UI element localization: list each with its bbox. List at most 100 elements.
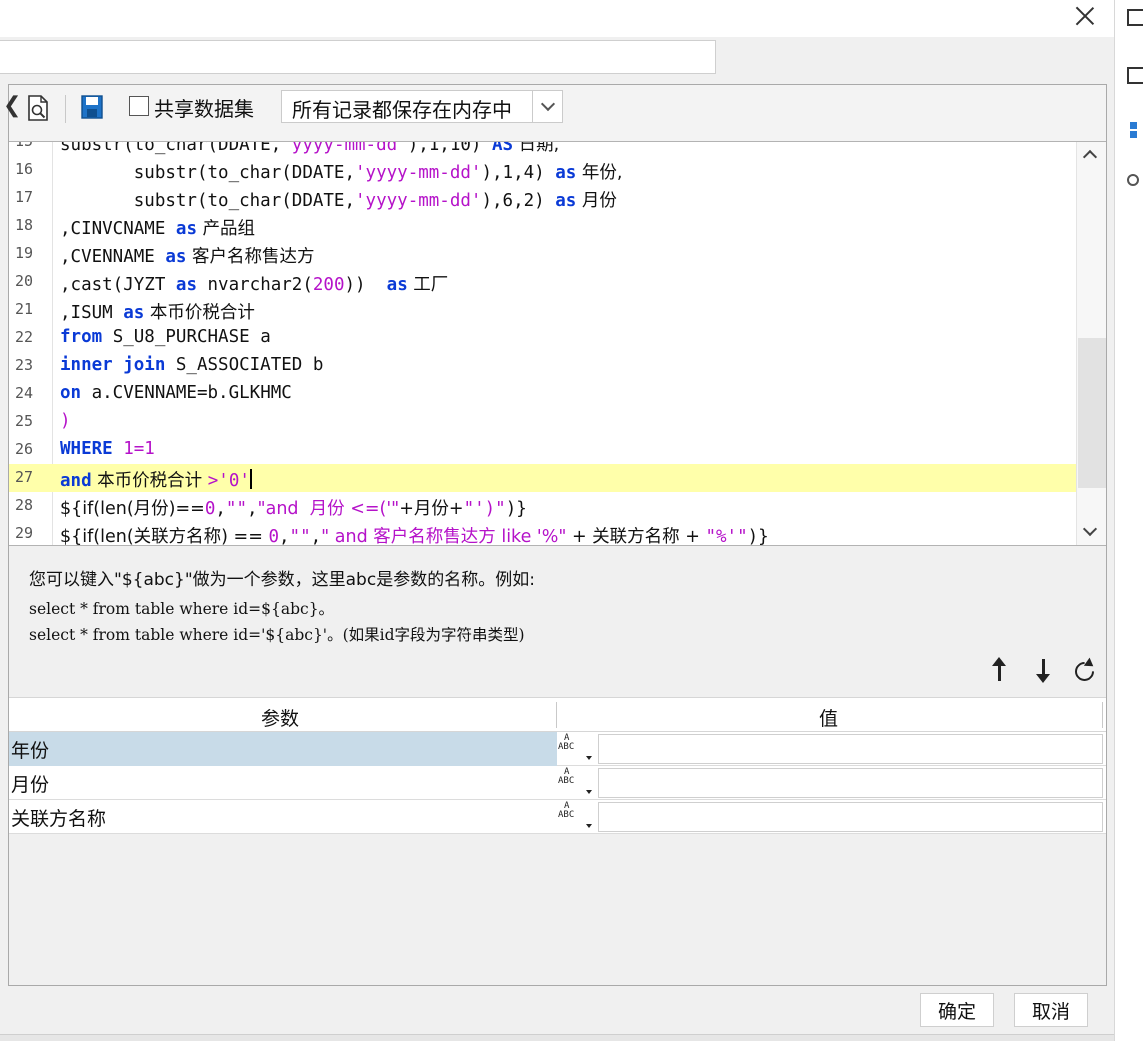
line-number: 26 (15, 440, 34, 458)
param-name-cell[interactable]: 关联方名称 (9, 800, 557, 834)
code-line-24: 24 on a.CVENNAME=b.GLKHMC (9, 380, 1076, 408)
code-text: inner join S_ASSOCIATED b (60, 355, 324, 375)
abc-type-icon[interactable]: A ABC (558, 734, 594, 764)
dropdown-triangle-icon (586, 790, 592, 794)
line-number: 25 (15, 412, 34, 430)
refresh-button[interactable] (1071, 657, 1098, 685)
move-down-button[interactable] (1031, 657, 1055, 685)
code-line-17: 17 substr(to_char(DDATE,'yyyy-mm-dd'),6,… (9, 184, 1076, 212)
code-text: from S_U8_PURCHASE a (60, 327, 271, 347)
line-number: 24 (15, 384, 34, 402)
search-icon[interactable] (1127, 174, 1139, 186)
preview-icon[interactable] (26, 94, 50, 122)
dropdown-triangle-icon (586, 824, 592, 828)
code-line-23: 23 inner join S_ASSOCIATED b (9, 352, 1076, 380)
sql-editor[interactable]: 15 substr(to_char(DDATE,'yyyy-mm-dd'),1,… (9, 141, 1106, 546)
scrollbar-thumb[interactable] (1078, 338, 1106, 488)
code-text: substr(to_char(DDATE,'yyyy-mm-dd'),1,4) … (60, 163, 623, 183)
table-row[interactable]: 年份 A ABC (9, 732, 1106, 766)
table-row[interactable]: 关联方名称 A ABC (9, 800, 1106, 834)
line-number: 20 (15, 272, 34, 290)
abc-type-icon[interactable]: A ABC (558, 768, 594, 798)
param-value-input[interactable] (598, 734, 1103, 764)
toolbar-edge-icon: ❮ (3, 93, 22, 118)
code-text: WHERE 1=1 (60, 439, 155, 459)
store-mode-value: 所有记录都保存在内存中 (292, 98, 512, 122)
line-number: 16 (15, 160, 34, 178)
abc-type-icon[interactable]: A ABC (558, 802, 594, 832)
scroll-up-icon[interactable] (1082, 149, 1098, 165)
parameter-hint: 您可以键入"${abc}"做为一个参数，这里abc是参数的名称。例如: sele… (29, 565, 535, 648)
hint-line-3: select * from table where id='${abc}'。(如… (29, 626, 525, 644)
code-line-26: 26 WHERE 1=1 (9, 436, 1076, 464)
param-name: 月份 (11, 774, 50, 796)
code-text: on a.CVENNAME=b.GLKHMC (60, 383, 292, 403)
ok-button[interactable]: 确定 (920, 993, 994, 1027)
code-text: ) (60, 411, 71, 431)
share-dataset-label: 共享数据集 (154, 97, 254, 121)
line-number: 23 (15, 356, 34, 374)
hint-line-1: 您可以键入"${abc}"做为一个参数，这里abc是参数的名称。例如: (29, 570, 535, 590)
code-line-16: 16 substr(to_char(DDATE,'yyyy-mm-dd'),1,… (9, 156, 1076, 184)
param-name-cell[interactable]: 年份 (9, 732, 557, 766)
code-text: substr(to_char(DDATE,'yyyy-mm-dd'),6,2) … (60, 191, 617, 211)
panel-icon[interactable] (1127, 67, 1143, 84)
close-icon[interactable] (1071, 2, 1099, 30)
toolbar: ❮ 共享数据集 所有记录都保存在内存中 (3, 85, 1106, 141)
sql-panel: ❮ 共享数据集 所有记录都保存在内存中 15 substr(to_char(DD… (3, 84, 1107, 986)
move-up-button[interactable] (987, 657, 1011, 685)
type-icon-bottom: ABC (558, 776, 575, 786)
header-divider (556, 702, 557, 728)
code-line-18: 18 ,CINVCNAME as 产品组 (9, 212, 1076, 240)
chevron-down-icon[interactable] (532, 91, 562, 122)
line-number: 29 (15, 524, 34, 542)
code-text: ,CINVCNAME as 产品组 (60, 219, 256, 239)
code-text: substr(to_char(DDATE,'yyyy-mm-dd'),1,10)… (60, 141, 560, 155)
table-header: 参数 值 (9, 698, 1106, 732)
dataset-name-input[interactable] (0, 40, 716, 74)
type-icon-bottom: ABC (558, 810, 575, 820)
arrow-shaft (998, 663, 1001, 681)
code-line-15: 15 substr(to_char(DDATE,'yyyy-mm-dd'),1,… (9, 141, 1076, 156)
code-text: ,CVENNAME as 客户名称售达方 (60, 247, 315, 267)
code-line-27-current: 27 and 本币价税合计 >'0' (9, 464, 1076, 492)
code-text: ${if(len(月份)==0,"","and 月份 <=('"+月份+"')"… (60, 499, 527, 519)
header-value: 值 (819, 708, 839, 730)
dataset-dialog: ❮ 共享数据集 所有记录都保存在内存中 15 substr(to_char(DD… (0, 0, 1114, 1041)
toolbar-separator (65, 95, 66, 123)
dropdown-triangle-icon (586, 756, 592, 760)
param-name-cell[interactable]: 月份 (9, 766, 557, 800)
arrow-down-icon (1036, 674, 1050, 683)
code-line-25: 25 ) (9, 408, 1076, 436)
line-number: 17 (15, 188, 34, 206)
cancel-button[interactable]: 取消 (1014, 993, 1088, 1027)
line-number: 28 (15, 496, 34, 514)
header-divider (1102, 702, 1103, 728)
code-line-28: 28 ${if(len(月份)==0,"","and 月份 <=('"+月份+"… (9, 492, 1076, 520)
param-name: 关联方名称 (11, 808, 107, 830)
editor-scrollbar[interactable] (1076, 142, 1106, 545)
type-icon-bottom: ABC (558, 742, 575, 752)
widget-square (1130, 122, 1137, 129)
param-value-input[interactable] (598, 802, 1103, 832)
store-mode-select[interactable]: 所有记录都保存在内存中 (281, 90, 563, 123)
header-param: 参数 (261, 708, 300, 730)
text-caret (249, 469, 252, 489)
line-number: 15 (15, 141, 34, 150)
line-number: 18 (15, 216, 34, 234)
widget-icon[interactable] (1127, 122, 1143, 139)
scroll-down-icon[interactable] (1082, 521, 1098, 537)
param-value-input[interactable] (598, 768, 1103, 798)
line-number: 21 (15, 300, 34, 318)
save-icon[interactable] (80, 94, 104, 120)
line-number: 22 (15, 328, 34, 346)
param-name: 年份 (11, 740, 50, 762)
table-row[interactable]: 月份 A ABC (9, 766, 1106, 800)
panel-icon[interactable] (1127, 9, 1143, 26)
code-line-22: 22 from S_U8_PURCHASE a (9, 324, 1076, 352)
right-side-rail (1114, 0, 1143, 1041)
code-text: and 本币价税合计 >'0' (60, 469, 252, 491)
share-dataset-checkbox[interactable] (129, 96, 149, 116)
widget-square (1130, 131, 1137, 138)
hint-line-2: select * from table where id=${abc}。 (29, 600, 335, 618)
